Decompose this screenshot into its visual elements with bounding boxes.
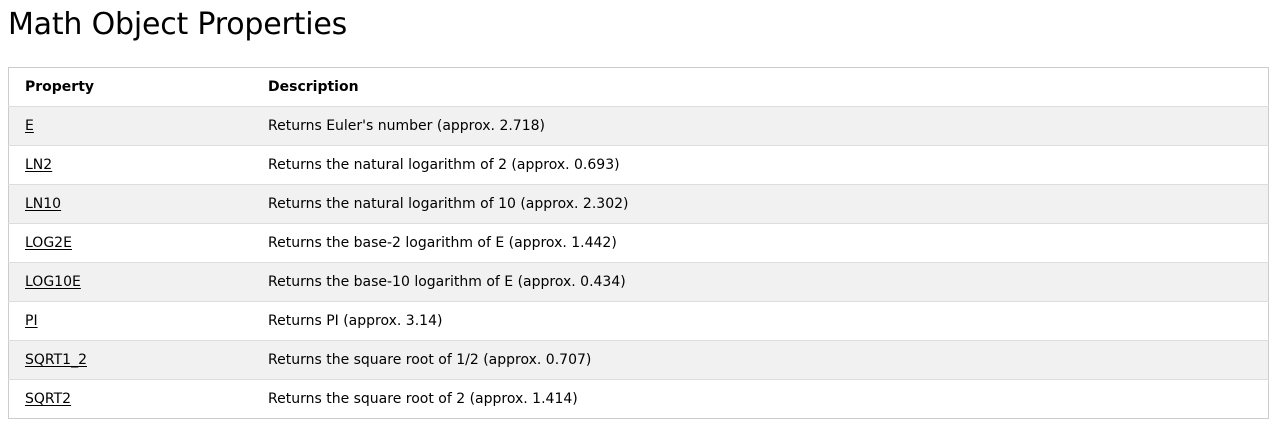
description-cell: Returns the natural logarithm of 2 (appr… xyxy=(252,145,1269,185)
property-cell: LOG2E xyxy=(8,223,252,263)
description-cell: Returns the natural logarithm of 10 (app… xyxy=(252,184,1269,224)
math-properties-table: Property Description E Returns Euler's n… xyxy=(8,67,1269,419)
table-row: SQRT2 Returns the square root of 2 (appr… xyxy=(8,379,1269,419)
property-link-sqrt2[interactable]: SQRT2 xyxy=(25,391,71,407)
property-link-ln10[interactable]: LN10 xyxy=(25,196,61,212)
header-description: Description xyxy=(252,67,1269,107)
header-property: Property xyxy=(8,67,252,107)
table-row: LN2 Returns the natural logarithm of 2 (… xyxy=(8,145,1269,185)
table-row: LOG2E Returns the base-2 logarithm of E … xyxy=(8,223,1269,263)
table-row: LOG10E Returns the base-10 logarithm of … xyxy=(8,262,1269,302)
property-link-pi[interactable]: PI xyxy=(25,313,38,329)
description-cell: Returns the square root of 2 (approx. 1.… xyxy=(268,391,578,407)
description-cell: Returns the square root of 1/2 (approx. … xyxy=(252,340,1269,380)
description-cell: Returns PI (approx. 3.14) xyxy=(252,301,1269,341)
property-cell: PI xyxy=(8,301,252,341)
table-row: LN10 Returns the natural logarithm of 10… xyxy=(8,184,1269,224)
property-cell: LOG10E xyxy=(8,262,252,302)
description-cell: Returns the base-2 logarithm of E (appro… xyxy=(252,223,1269,263)
property-link-e[interactable]: E xyxy=(25,118,34,134)
property-link-sqrt1-2[interactable]: SQRT1_2 xyxy=(25,352,87,368)
property-link-log10e[interactable]: LOG10E xyxy=(25,274,81,290)
property-link-log2e[interactable]: LOG2E xyxy=(25,235,72,251)
table-row: PI Returns PI (approx. 3.14) xyxy=(8,301,1269,341)
description-cell: Returns Euler's number (approx. 2.718) xyxy=(252,106,1269,146)
property-cell: SQRT1_2 xyxy=(8,340,252,380)
property-cell: SQRT2 xyxy=(9,380,253,419)
page-title: Math Object Properties xyxy=(8,7,348,42)
property-cell: E xyxy=(8,106,252,146)
description-cell: Returns the base-10 logarithm of E (appr… xyxy=(252,262,1269,302)
table-header-row: Property Description xyxy=(8,67,1269,107)
table-row: SQRT1_2 Returns the square root of 1/2 (… xyxy=(8,340,1269,380)
property-link-ln2[interactable]: LN2 xyxy=(25,157,52,173)
table-row: E Returns Euler's number (approx. 2.718) xyxy=(8,106,1269,146)
property-cell: LN2 xyxy=(8,145,252,185)
property-cell: LN10 xyxy=(8,184,252,224)
